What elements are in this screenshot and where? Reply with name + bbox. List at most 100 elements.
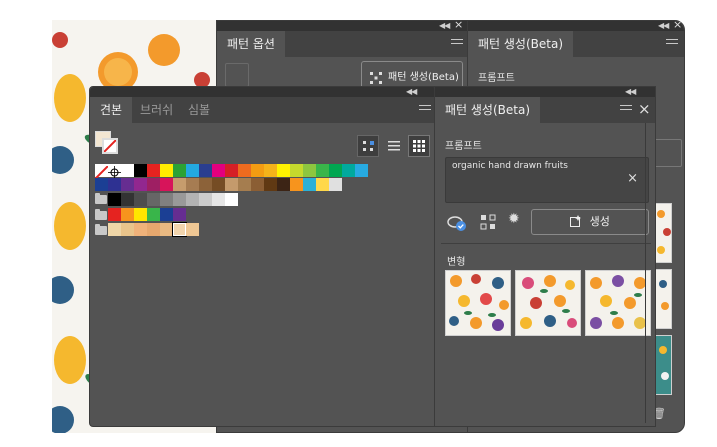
pattern-swatch[interactable]: [186, 223, 199, 236]
pattern-swatch[interactable]: [121, 223, 134, 236]
color-swatch[interactable]: [329, 164, 342, 177]
color-swatch[interactable]: [316, 178, 329, 191]
color-swatch[interactable]: [303, 178, 316, 191]
color-swatch[interactable]: [251, 178, 264, 191]
color-swatch[interactable]: [160, 193, 173, 206]
pattern-swatch[interactable]: [108, 223, 121, 236]
color-swatch[interactable]: [290, 178, 303, 191]
registration-swatch[interactable]: [108, 164, 121, 179]
panel-menu-icon[interactable]: [419, 105, 431, 115]
color-swatch[interactable]: [264, 178, 277, 191]
color-swatch[interactable]: [121, 193, 134, 206]
variant-thumbnail[interactable]: [515, 270, 581, 336]
color-swatch[interactable]: [160, 208, 173, 221]
color-swatch[interactable]: [316, 164, 329, 177]
generate-button[interactable]: 생성: [531, 209, 649, 235]
color-swatch[interactable]: [134, 164, 147, 177]
pattern-swatch[interactable]: [160, 223, 173, 236]
color-swatch[interactable]: [134, 193, 147, 206]
pattern-tile-icon[interactable]: [480, 214, 496, 230]
color-swatch[interactable]: [147, 164, 160, 177]
folder-icon[interactable]: [95, 224, 107, 235]
color-swatch[interactable]: [160, 178, 173, 191]
color-swatch[interactable]: [238, 178, 251, 191]
color-swatch[interactable]: [134, 208, 147, 221]
variant-thumbnail[interactable]: [654, 335, 672, 395]
collapse-icon[interactable]: ◀◀: [406, 87, 417, 96]
color-swatch[interactable]: [173, 164, 186, 177]
style-reference-icon[interactable]: [447, 214, 467, 232]
tab-pattern-generation[interactable]: 패턴 생성(Beta): [468, 31, 574, 57]
tab-pattern-options[interactable]: 패턴 옵션: [217, 31, 285, 57]
prompt-input[interactable]: organic hand drawn fruits ×: [445, 157, 649, 203]
color-swatch[interactable]: [121, 178, 134, 191]
color-swatch[interactable]: [186, 164, 199, 177]
variant-thumbnail[interactable]: [654, 269, 672, 329]
tab-symbols[interactable]: 심볼: [178, 97, 220, 123]
color-swatch[interactable]: [329, 178, 342, 191]
color-swatch[interactable]: [121, 208, 134, 221]
variant-thumbnail[interactable]: [654, 203, 672, 263]
color-swatch[interactable]: [186, 193, 199, 206]
color-swatch[interactable]: [108, 193, 121, 206]
tile-tool-icon[interactable]: [225, 63, 249, 87]
color-swatch[interactable]: [225, 178, 238, 191]
pattern-swatch[interactable]: [134, 223, 147, 236]
tab-swatches[interactable]: 견본: [90, 97, 133, 123]
color-swatch[interactable]: [147, 208, 160, 221]
panel-menu-icon[interactable]: [666, 39, 678, 49]
color-swatch[interactable]: [212, 164, 225, 177]
none-swatch[interactable]: [94, 164, 109, 180]
color-swatch[interactable]: [160, 164, 173, 177]
color-swatch[interactable]: [342, 164, 355, 177]
color-swatch[interactable]: [199, 178, 212, 191]
collapse-icon[interactable]: ◀◀: [625, 87, 636, 96]
close-icon[interactable]: ×: [673, 19, 682, 30]
color-swatch[interactable]: [121, 164, 134, 177]
thumbnail-view-icon[interactable]: [408, 135, 430, 157]
panel-menu-icon[interactable]: [620, 105, 632, 115]
color-swatch[interactable]: [277, 178, 290, 191]
color-swatch[interactable]: [95, 178, 108, 191]
clear-prompt-icon[interactable]: ×: [627, 171, 638, 186]
show-kinds-icon[interactable]: [357, 135, 379, 157]
tab-pattern-generation[interactable]: 패턴 생성(Beta): [435, 97, 541, 123]
color-swatch[interactable]: [199, 164, 212, 177]
color-swatch[interactable]: [173, 178, 186, 191]
pattern-swatch[interactable]: [147, 223, 160, 236]
tab-brushes[interactable]: 브러쉬: [130, 97, 183, 123]
color-swatch[interactable]: [173, 208, 186, 221]
variant-thumbnail[interactable]: [445, 270, 511, 336]
panel-menu-icon[interactable]: [451, 39, 463, 49]
pattern-generate-button[interactable]: 패턴 생성(Beta): [361, 61, 463, 89]
color-swatch[interactable]: [186, 178, 199, 191]
color-swatch[interactable]: [212, 193, 225, 206]
color-swatch[interactable]: [277, 164, 290, 177]
color-swatch[interactable]: [147, 193, 160, 206]
close-icon[interactable]: ×: [454, 19, 463, 30]
variant-thumbnail[interactable]: [585, 270, 651, 336]
color-swatch[interactable]: [303, 164, 316, 177]
color-swatch[interactable]: [108, 208, 121, 221]
folder-icon[interactable]: [95, 193, 107, 204]
color-swatch[interactable]: [212, 178, 225, 191]
color-swatch[interactable]: [355, 164, 368, 177]
collapse-icon[interactable]: ◀◀: [658, 21, 669, 30]
color-swatch[interactable]: [251, 164, 264, 177]
color-swatch[interactable]: [134, 178, 147, 191]
close-icon[interactable]: ×: [638, 102, 651, 117]
collapse-icon[interactable]: ◀◀: [439, 21, 450, 30]
color-swatch[interactable]: [147, 178, 160, 191]
folder-icon[interactable]: [95, 209, 107, 220]
settings-gear-icon[interactable]: ✹: [508, 211, 520, 227]
color-swatch[interactable]: [199, 193, 212, 206]
list-view-icon[interactable]: [384, 135, 406, 157]
color-swatch[interactable]: [238, 164, 251, 177]
prompt-field-edge[interactable]: [654, 139, 682, 167]
pattern-swatch-selected[interactable]: [172, 222, 187, 237]
color-swatch[interactable]: [264, 164, 277, 177]
color-swatch[interactable]: [225, 164, 238, 177]
color-swatch[interactable]: [225, 193, 238, 206]
color-swatch[interactable]: [290, 164, 303, 177]
color-swatch[interactable]: [108, 178, 121, 191]
